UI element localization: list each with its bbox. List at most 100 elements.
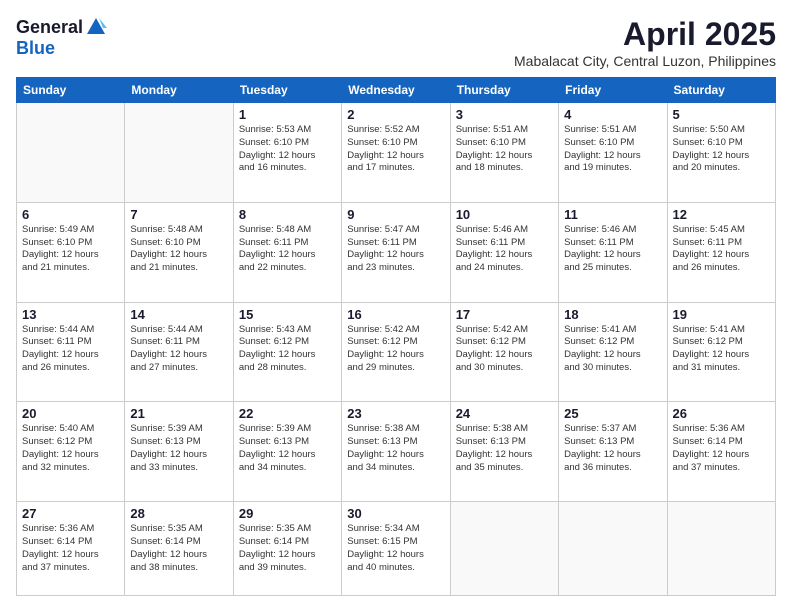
day-info: Sunrise: 5:35 AM Sunset: 6:14 PM Dayligh… — [130, 523, 227, 574]
table-row: 8 Sunrise: 5:48 AM Sunset: 6:11 PM Daylig… — [233, 202, 341, 302]
day-number: 26 — [673, 406, 770, 421]
day-info: Sunrise: 5:36 AM Sunset: 6:14 PM Dayligh… — [22, 523, 119, 574]
day-info: Sunrise: 5:46 AM Sunset: 6:11 PM Dayligh… — [564, 224, 661, 275]
logo-icon — [85, 16, 107, 38]
day-number: 7 — [130, 207, 227, 222]
day-number: 20 — [22, 406, 119, 421]
day-number: 15 — [239, 307, 336, 322]
logo: General Blue — [16, 16, 107, 59]
day-info: Sunrise: 5:39 AM Sunset: 6:13 PM Dayligh… — [239, 423, 336, 474]
table-row: 25 Sunrise: 5:37 AM Sunset: 6:13 PM Dayli… — [559, 402, 667, 502]
title-area: April 2025 Mabalacat City, Central Luzon… — [514, 16, 776, 69]
table-row: 6Sunrise: 5:49 AM Sunset: 6:10 PM Daylig… — [17, 202, 125, 302]
day-info: Sunrise: 5:36 AM Sunset: 6:14 PM Dayligh… — [673, 423, 770, 474]
header-wednesday: Wednesday — [342, 78, 450, 103]
day-info: Sunrise: 5:34 AM Sunset: 6:15 PM Dayligh… — [347, 523, 444, 574]
table-row: 26 Sunrise: 5:36 AM Sunset: 6:14 PM Dayli… — [667, 402, 775, 502]
table-row: 5 Sunrise: 5:50 AM Sunset: 6:10 PM Daylig… — [667, 103, 775, 203]
day-number: 9 — [347, 207, 444, 222]
day-number: 25 — [564, 406, 661, 421]
table-row: 1 Sunrise: 5:53 AM Sunset: 6:10 PM Daylig… — [233, 103, 341, 203]
calendar-week-row: 13 Sunrise: 5:44 AM Sunset: 6:11 PM Dayli… — [17, 302, 776, 402]
day-number: 10 — [456, 207, 553, 222]
day-number: 12 — [673, 207, 770, 222]
day-number: 8 — [239, 207, 336, 222]
day-number: 3 — [456, 107, 553, 122]
day-info: Sunrise: 5:52 AM Sunset: 6:10 PM Dayligh… — [347, 124, 444, 175]
table-row: 15 Sunrise: 5:43 AM Sunset: 6:12 PM Dayli… — [233, 302, 341, 402]
day-number: 4 — [564, 107, 661, 122]
table-row: 14Sunrise: 5:44 AM Sunset: 6:11 PM Dayli… — [125, 302, 233, 402]
day-number: 16 — [347, 307, 444, 322]
day-info: Sunrise: 5:48 AM Sunset: 6:10 PM Dayligh… — [130, 224, 227, 275]
table-row: 16 Sunrise: 5:42 AM Sunset: 6:12 PM Dayli… — [342, 302, 450, 402]
header-thursday: Thursday — [450, 78, 558, 103]
day-number: 24 — [456, 406, 553, 421]
table-row: 17 Sunrise: 5:42 AM Sunset: 6:12 PM Dayli… — [450, 302, 558, 402]
table-row: 3 Sunrise: 5:51 AM Sunset: 6:10 PM Daylig… — [450, 103, 558, 203]
table-row: 11 Sunrise: 5:46 AM Sunset: 6:11 PM Dayli… — [559, 202, 667, 302]
calendar-week-row: 6Sunrise: 5:49 AM Sunset: 6:10 PM Daylig… — [17, 202, 776, 302]
table-row: 13 Sunrise: 5:44 AM Sunset: 6:11 PM Dayli… — [17, 302, 125, 402]
table-row — [667, 502, 775, 596]
day-number: 23 — [347, 406, 444, 421]
day-info: Sunrise: 5:50 AM Sunset: 6:10 PM Dayligh… — [673, 124, 770, 175]
table-row — [125, 103, 233, 203]
calendar-week-row: 27Sunrise: 5:36 AM Sunset: 6:14 PM Dayli… — [17, 502, 776, 596]
weekday-header-row: Sunday Monday Tuesday Wednesday Thursday… — [17, 78, 776, 103]
location-subtitle: Mabalacat City, Central Luzon, Philippin… — [514, 53, 776, 69]
table-row: 22 Sunrise: 5:39 AM Sunset: 6:13 PM Dayli… — [233, 402, 341, 502]
day-info: Sunrise: 5:47 AM Sunset: 6:11 PM Dayligh… — [347, 224, 444, 275]
header-sunday: Sunday — [17, 78, 125, 103]
header: General Blue April 2025 Mabalacat City, … — [16, 16, 776, 69]
day-info: Sunrise: 5:44 AM Sunset: 6:11 PM Dayligh… — [130, 324, 227, 375]
day-number: 30 — [347, 506, 444, 521]
day-info: Sunrise: 5:53 AM Sunset: 6:10 PM Dayligh… — [239, 124, 336, 175]
day-info: Sunrise: 5:42 AM Sunset: 6:12 PM Dayligh… — [456, 324, 553, 375]
day-info: Sunrise: 5:44 AM Sunset: 6:11 PM Dayligh… — [22, 324, 119, 375]
calendar-week-row: 1 Sunrise: 5:53 AM Sunset: 6:10 PM Daylig… — [17, 103, 776, 203]
day-number: 6 — [22, 207, 119, 222]
day-number: 5 — [673, 107, 770, 122]
day-number: 2 — [347, 107, 444, 122]
day-info: Sunrise: 5:46 AM Sunset: 6:11 PM Dayligh… — [456, 224, 553, 275]
day-info: Sunrise: 5:48 AM Sunset: 6:11 PM Dayligh… — [239, 224, 336, 275]
table-row: 2 Sunrise: 5:52 AM Sunset: 6:10 PM Daylig… — [342, 103, 450, 203]
day-info: Sunrise: 5:41 AM Sunset: 6:12 PM Dayligh… — [673, 324, 770, 375]
day-info: Sunrise: 5:51 AM Sunset: 6:10 PM Dayligh… — [456, 124, 553, 175]
day-info: Sunrise: 5:40 AM Sunset: 6:12 PM Dayligh… — [22, 423, 119, 474]
table-row — [559, 502, 667, 596]
day-number: 18 — [564, 307, 661, 322]
day-info: Sunrise: 5:39 AM Sunset: 6:13 PM Dayligh… — [130, 423, 227, 474]
day-number: 17 — [456, 307, 553, 322]
day-info: Sunrise: 5:38 AM Sunset: 6:13 PM Dayligh… — [456, 423, 553, 474]
table-row: 28 Sunrise: 5:35 AM Sunset: 6:14 PM Dayli… — [125, 502, 233, 596]
table-row — [450, 502, 558, 596]
table-row: 4Sunrise: 5:51 AM Sunset: 6:10 PM Daylig… — [559, 103, 667, 203]
table-row: 29Sunrise: 5:35 AM Sunset: 6:14 PM Dayli… — [233, 502, 341, 596]
table-row: 7 Sunrise: 5:48 AM Sunset: 6:10 PM Daylig… — [125, 202, 233, 302]
day-info: Sunrise: 5:43 AM Sunset: 6:12 PM Dayligh… — [239, 324, 336, 375]
logo-general-text: General — [16, 17, 83, 38]
table-row: 27Sunrise: 5:36 AM Sunset: 6:14 PM Dayli… — [17, 502, 125, 596]
header-monday: Monday — [125, 78, 233, 103]
logo-blue-text: Blue — [16, 38, 55, 58]
day-number: 21 — [130, 406, 227, 421]
day-info: Sunrise: 5:37 AM Sunset: 6:13 PM Dayligh… — [564, 423, 661, 474]
day-number: 28 — [130, 506, 227, 521]
day-info: Sunrise: 5:42 AM Sunset: 6:12 PM Dayligh… — [347, 324, 444, 375]
day-number: 11 — [564, 207, 661, 222]
day-number: 29 — [239, 506, 336, 521]
table-row: 19 Sunrise: 5:41 AM Sunset: 6:12 PM Dayli… — [667, 302, 775, 402]
day-number: 22 — [239, 406, 336, 421]
day-number: 19 — [673, 307, 770, 322]
day-number: 13 — [22, 307, 119, 322]
table-row: 23 Sunrise: 5:38 AM Sunset: 6:13 PM Dayli… — [342, 402, 450, 502]
header-friday: Friday — [559, 78, 667, 103]
day-info: Sunrise: 5:38 AM Sunset: 6:13 PM Dayligh… — [347, 423, 444, 474]
day-number: 1 — [239, 107, 336, 122]
table-row: 18Sunrise: 5:41 AM Sunset: 6:12 PM Dayli… — [559, 302, 667, 402]
table-row: 12Sunrise: 5:45 AM Sunset: 6:11 PM Dayli… — [667, 202, 775, 302]
calendar-table: Sunday Monday Tuesday Wednesday Thursday… — [16, 77, 776, 596]
table-row: 30 Sunrise: 5:34 AM Sunset: 6:15 PM Dayli… — [342, 502, 450, 596]
